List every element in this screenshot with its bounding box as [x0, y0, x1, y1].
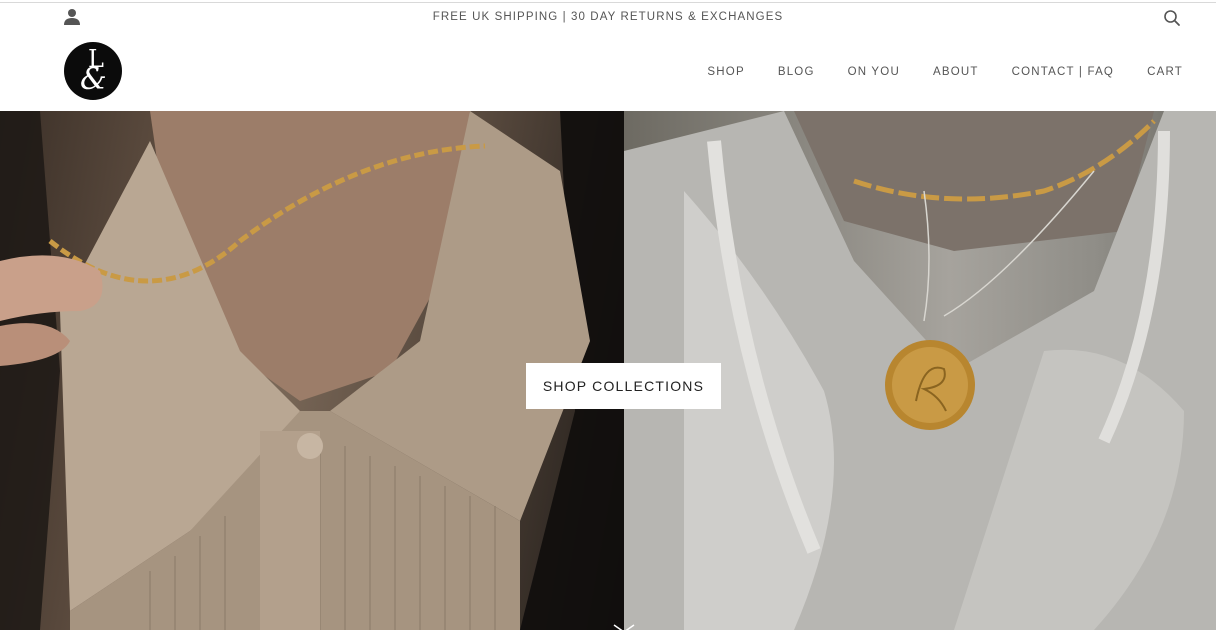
- top-border: [0, 2, 1216, 3]
- main-navigation: SHOP BLOG ON YOU ABOUT CONTACT | FAQ CAR…: [674, 66, 1183, 78]
- logo-ampersand: &: [80, 62, 107, 97]
- shop-collections-button[interactable]: SHOP COLLECTIONS: [526, 363, 721, 409]
- nav-about[interactable]: ABOUT: [933, 66, 979, 78]
- nav-shop[interactable]: SHOP: [707, 66, 744, 78]
- logo[interactable]: L &: [64, 42, 122, 100]
- nav-on-you[interactable]: ON YOU: [848, 66, 900, 78]
- nav-blog[interactable]: BLOG: [778, 66, 815, 78]
- announcement-bar: FREE UK SHIPPING | 30 DAY RETURNS & EXCH…: [432, 11, 784, 23]
- nav-contact-faq[interactable]: CONTACT | FAQ: [1012, 66, 1115, 78]
- hero-banner: SHOP COLLECTIONS: [0, 111, 1216, 630]
- search-icon[interactable]: [1163, 9, 1181, 27]
- chevron-down-icon[interactable]: [612, 620, 636, 630]
- nav-cart[interactable]: CART: [1147, 66, 1183, 78]
